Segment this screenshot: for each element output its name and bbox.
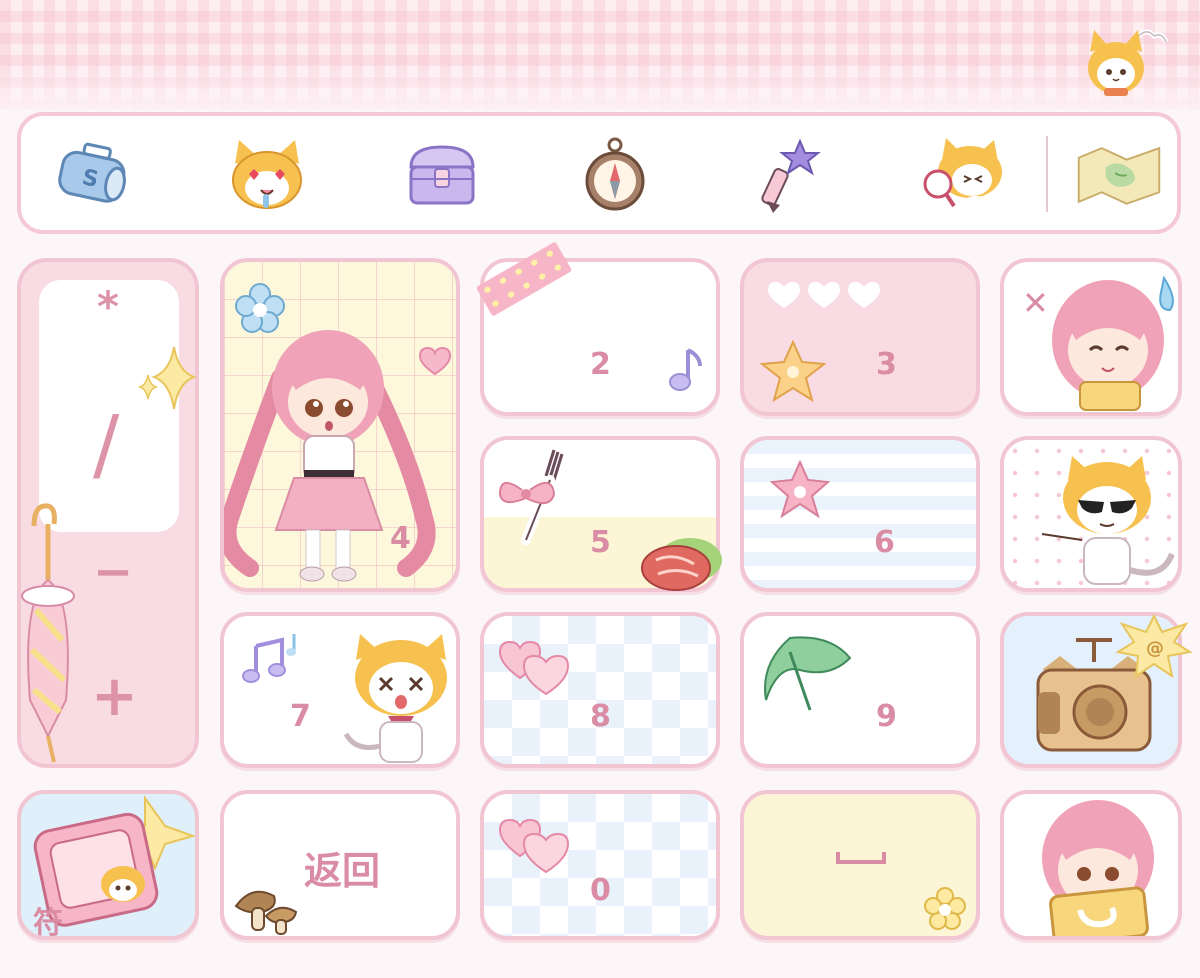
girl-phone-sticker xyxy=(1042,800,1154,936)
key-9-label: 9 xyxy=(876,699,897,734)
key-4[interactable]: 4 xyxy=(220,258,460,592)
music-notes-icon xyxy=(242,634,296,683)
treasure-chest-icon[interactable] xyxy=(396,130,488,220)
minus-key[interactable]: − xyxy=(93,544,133,600)
leaf-icon xyxy=(764,636,852,711)
key-4-label: 4 xyxy=(390,521,411,556)
back-label: 返回 xyxy=(304,849,381,893)
key-0-label: 0 xyxy=(590,873,611,908)
magic-wand-icon[interactable] xyxy=(743,130,835,220)
divide-key[interactable]: / xyxy=(93,400,119,490)
key-3[interactable]: 3 xyxy=(740,258,980,416)
fork-bow-icon xyxy=(498,449,564,545)
cool-cat-sticker xyxy=(1041,456,1175,585)
heart-eyes-cat-icon[interactable] xyxy=(221,130,313,220)
flower-icon xyxy=(924,887,966,930)
umbrella-icon xyxy=(21,503,75,763)
key-back[interactable]: 返回 xyxy=(220,790,460,940)
svg-text:@: @ xyxy=(1146,638,1164,659)
key-symbols[interactable]: 符 xyxy=(17,790,199,940)
surprised-cat-sticker xyxy=(343,634,447,763)
compass-icon[interactable] xyxy=(569,130,661,220)
key-8[interactable]: 8 xyxy=(480,612,720,768)
space-glyph xyxy=(836,852,886,864)
key-6-label: 6 xyxy=(874,525,895,560)
at-sign-burst-icon: @ xyxy=(1116,614,1192,678)
mushroom-icon xyxy=(234,890,298,935)
key-7[interactable]: 7 xyxy=(220,612,460,768)
key-2-label: 2 xyxy=(590,347,611,382)
detective-cat-icon[interactable] xyxy=(917,130,1009,220)
sparkle-icon xyxy=(138,346,197,410)
treasure-map-icon[interactable] xyxy=(1073,130,1165,220)
symbols-label: 符 xyxy=(33,906,63,940)
multiply-key[interactable]: * xyxy=(97,282,119,331)
key-phone[interactable] xyxy=(1000,790,1182,940)
key-6[interactable]: 6 xyxy=(740,436,980,592)
double-heart-icon xyxy=(498,818,570,874)
key-7-label: 7 xyxy=(290,699,311,734)
anime-girl-sticker xyxy=(224,330,436,582)
plus-key[interactable]: + xyxy=(91,664,138,729)
key-5-label: 5 xyxy=(590,525,611,560)
key-3-label: 3 xyxy=(876,347,897,382)
sticker-bag-icon[interactable]: S xyxy=(47,130,139,220)
cat-mascot-icon[interactable] xyxy=(1080,22,1170,102)
star-icon xyxy=(770,460,830,519)
girl-holding-box-sticker xyxy=(1052,275,1174,411)
key-8-label: 8 xyxy=(590,699,611,734)
hearts-icon xyxy=(768,282,880,308)
sticker-toolbar: S xyxy=(17,112,1181,234)
key-9[interactable]: 9 xyxy=(740,612,980,768)
key-enter[interactable] xyxy=(1000,436,1182,592)
star-flower-icon xyxy=(760,340,826,402)
double-heart-icon xyxy=(498,640,570,696)
key-0[interactable]: 0 xyxy=(480,790,720,940)
key-space[interactable] xyxy=(740,790,980,940)
steak-icon xyxy=(641,538,722,591)
key-delete[interactable]: ✕ xyxy=(1000,258,1182,416)
music-note-icon xyxy=(669,348,702,391)
